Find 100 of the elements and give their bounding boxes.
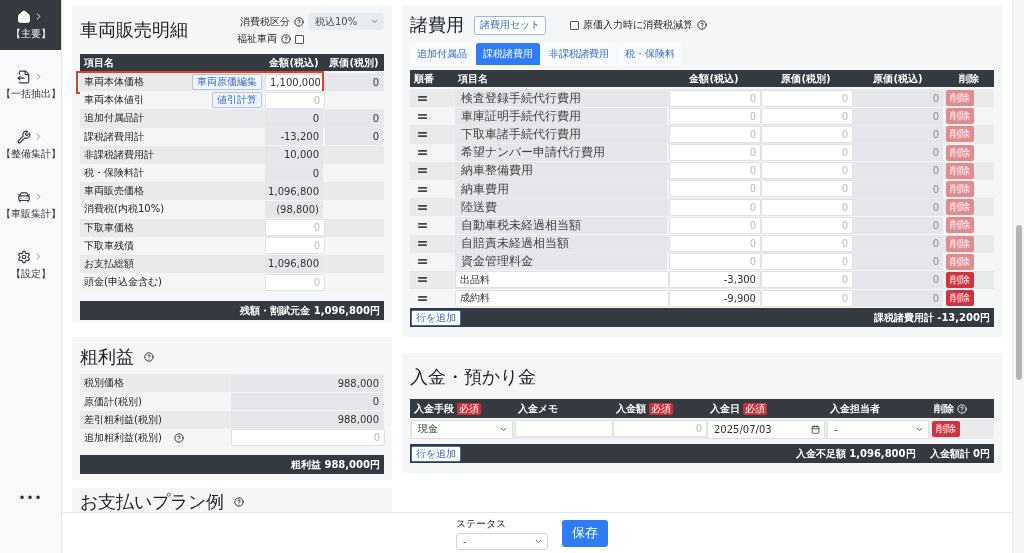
more-menu[interactable]: ••• [0, 491, 61, 505]
field-label: 消費税区分 [240, 14, 290, 29]
cost-value: 0 [325, 109, 383, 128]
car-icon [17, 189, 31, 204]
row-label: 陸送費 [455, 198, 667, 216]
add-row-button[interactable]: 行を追加 [411, 309, 461, 326]
sidebar-item[interactable]: 【主要】 [0, 0, 61, 50]
cost-value: 0 [853, 89, 943, 107]
row-label: 追加粗利益(税別) [84, 430, 162, 445]
amount-field-value: 1,096,800 [265, 255, 323, 273]
section-title: 入金・預かり金 [410, 365, 536, 390]
row-label: 納車費用 [455, 180, 667, 198]
cost-value: 0 [853, 125, 943, 144]
checkbox[interactable] [570, 20, 579, 30]
delete-button[interactable]: 削除 [932, 421, 960, 438]
tab[interactable]: 非課税諸費用 [542, 43, 616, 65]
name-field[interactable]: 成約料 [455, 289, 669, 307]
cost-value: 0 [853, 180, 943, 198]
amount-field[interactable]: 0 [265, 237, 325, 255]
table-header: 入金手段 必須 入金メモ 入金額 必須 入金日 必須 入金担当者 削除 [410, 399, 994, 419]
row-action-button[interactable]: 車両原価編集 [192, 74, 262, 91]
row-label: 車両本体価格 [84, 75, 144, 90]
cost-value: 0 [853, 235, 943, 253]
total-bar: 行を追加 入金不足額 1,096,800円 入金額計 0円 [410, 444, 994, 464]
cost-value: 0 [853, 216, 943, 234]
row-label: 下取車残債 [84, 238, 134, 253]
amount-field[interactable]: 0 [265, 91, 325, 109]
name-field[interactable]: 出品料 [455, 271, 669, 289]
status-select[interactable]: - [456, 532, 548, 550]
cost-value: 0 [853, 144, 943, 162]
file-export-icon [17, 69, 31, 84]
section-title: 車両販売明細 [80, 17, 188, 42]
amount-field[interactable]: -9,900 [669, 289, 761, 307]
staff-select[interactable]: - [827, 419, 929, 439]
checkbox-label: 原価入力時に消費税減算 [583, 18, 693, 32]
amount-field[interactable]: 1,100,000 [265, 73, 325, 91]
scrollbar[interactable] [1012, 0, 1024, 553]
amount-field[interactable]: 0 [265, 219, 325, 236]
row-label: 車両本体値引 [84, 93, 144, 108]
delete-button[interactable]: 削除 [946, 271, 974, 288]
tab[interactable]: 追加付属品 [410, 43, 474, 65]
date-field[interactable]: 2025/07/03 [707, 419, 825, 439]
cost-value: 0 [325, 128, 383, 146]
field-label: ステータス [456, 516, 507, 531]
sidebar-item[interactable]: 【一括抽出】 [0, 60, 61, 110]
row-label: 消費税(内税10%) [84, 202, 165, 217]
sidebar-item[interactable]: 【車販集計】 [0, 180, 61, 230]
cost-value: 0 [853, 253, 943, 271]
amount-field[interactable]: 0 [613, 419, 707, 437]
amount-field-value: 988,000 [231, 411, 383, 429]
table-header: 順番 項目名 金額(税込) 原価(税別) 原価(税込) 削除 [410, 70, 994, 87]
add-row-button[interactable]: 行を追加 [411, 445, 461, 462]
row-label: 課税諸費用計 [84, 129, 144, 144]
required-badge: 必須 [743, 402, 767, 415]
amount-field-value: (98,800) [265, 200, 323, 218]
amount-field[interactable]: 0 [265, 273, 325, 291]
section-title: お支払いプラン例 [80, 490, 224, 514]
memo-field[interactable] [515, 419, 613, 437]
row-label: 非課税諸費用計 [84, 147, 154, 162]
section-title: 粗利益 [80, 345, 134, 370]
row-label: 希望ナンバー申請代行費用 [455, 144, 667, 162]
home-icon [17, 9, 31, 24]
sidebar-item[interactable]: 【設定】 [0, 240, 61, 290]
amount-field-value: 0 [265, 164, 323, 182]
required-badge: 必須 [649, 402, 673, 415]
method-select[interactable]: 現金 [411, 419, 513, 439]
total-bar: 粗利益 988,000円 [80, 455, 384, 474]
amount-field-value: -13,200 [265, 128, 323, 146]
cost-value: 0 [853, 107, 943, 125]
cost-value: 0 [325, 73, 383, 91]
help-icon [294, 16, 304, 27]
row-action-button[interactable]: 値引計算 [212, 92, 262, 109]
tab[interactable]: 課税諸費用 [476, 43, 540, 65]
save-button[interactable]: 保存 [562, 519, 608, 547]
row-label: 自動車税未経過相当額 [455, 216, 667, 234]
checkbox[interactable] [295, 34, 304, 44]
cost-field[interactable]: 0 [761, 289, 853, 307]
total-bar: 行を追加 課税諸費用計 -13,200円 [410, 308, 994, 328]
wrench-icon [17, 129, 31, 144]
amount-field-value: 0 [231, 392, 383, 411]
row-label: 資金管理料金 [455, 253, 667, 271]
help-icon [697, 20, 707, 30]
row-label: 税・保険料計 [84, 166, 144, 181]
amount-field[interactable]: -3,300 [669, 271, 761, 289]
row-label: 税別価格 [84, 376, 124, 391]
sidebar-item[interactable]: 【整備集計】 [0, 120, 61, 170]
table-header: 項目名 金額(税込) 原価(税別) [80, 54, 384, 71]
tab[interactable]: 税・保険料 [618, 43, 682, 65]
row-label: 原価計(税別) [84, 394, 142, 409]
help-icon [144, 352, 154, 363]
cost-value: 0 [853, 162, 943, 180]
delete-button[interactable]: 削除 [946, 290, 974, 307]
tax-select[interactable]: 税込10% [308, 13, 384, 30]
cost-field[interactable]: 0 [761, 271, 853, 289]
row-label: 追加付属品計 [84, 111, 144, 126]
amount-field[interactable]: 0 [231, 429, 385, 447]
row-label: 納車整備費用 [455, 162, 667, 180]
row-label: お支払総額 [84, 256, 134, 271]
row-label: 差引粗利益(税別) [84, 412, 162, 427]
fee-set-button[interactable]: 諸費用セット [474, 15, 546, 35]
